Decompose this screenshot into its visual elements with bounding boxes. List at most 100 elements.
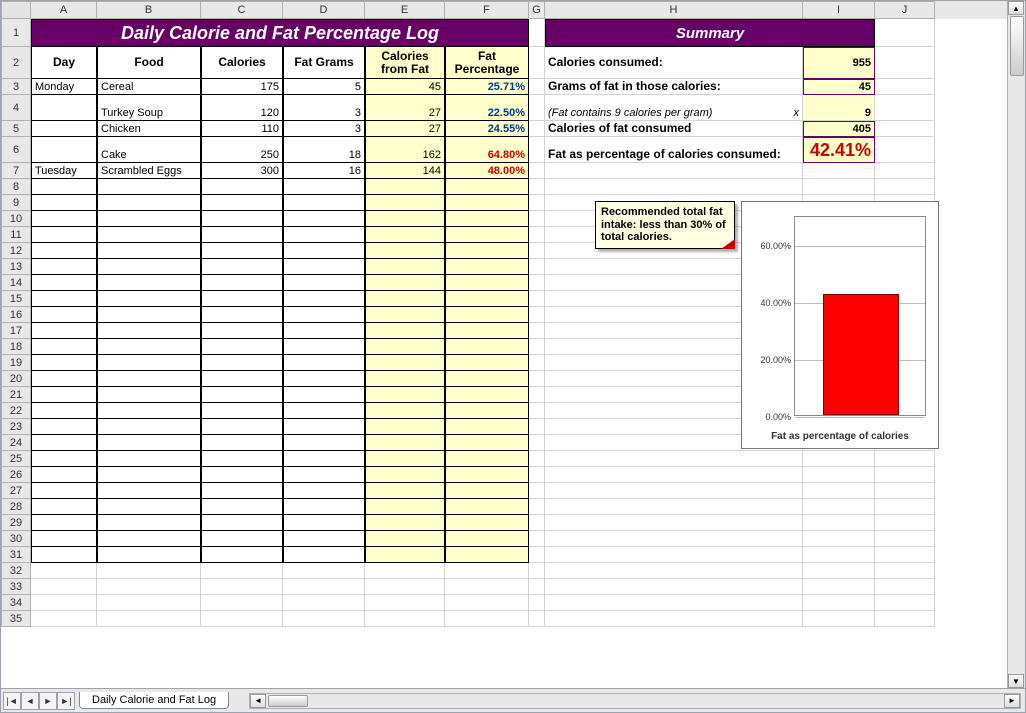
cell-fatgrams[interactable]: 16 xyxy=(283,163,365,179)
cell-fatgrams[interactable]: 3 xyxy=(283,95,365,121)
cell[interactable] xyxy=(803,611,875,627)
cell[interactable] xyxy=(201,579,283,595)
cell[interactable] xyxy=(529,121,545,137)
cell[interactable] xyxy=(875,483,935,499)
summary-value-calfat[interactable]: 405 xyxy=(803,121,875,137)
cell-empty[interactable] xyxy=(445,259,529,275)
cell-empty[interactable] xyxy=(283,179,365,195)
cell[interactable] xyxy=(201,611,283,627)
cell-empty[interactable] xyxy=(283,211,365,227)
cell-empty[interactable] xyxy=(31,355,97,371)
cell-empty[interactable] xyxy=(201,515,283,531)
cell-calfat[interactable]: 27 xyxy=(365,95,445,121)
row-header[interactable]: 13 xyxy=(1,259,31,275)
cell[interactable] xyxy=(875,499,935,515)
cell-empty[interactable] xyxy=(97,179,201,195)
row-header[interactable]: 25 xyxy=(1,451,31,467)
cell-empty[interactable] xyxy=(201,435,283,451)
cell[interactable] xyxy=(97,579,201,595)
cell-empty[interactable] xyxy=(31,419,97,435)
cell[interactable] xyxy=(529,291,545,307)
cell[interactable] xyxy=(545,611,803,627)
cell[interactable] xyxy=(365,611,445,627)
cell-empty[interactable] xyxy=(365,259,445,275)
cell[interactable] xyxy=(545,547,803,563)
cell-fatpct[interactable]: 25.71% xyxy=(445,79,529,95)
row-header[interactable]: 21 xyxy=(1,387,31,403)
cell-empty[interactable] xyxy=(31,259,97,275)
cell-empty[interactable] xyxy=(201,499,283,515)
cell-empty[interactable] xyxy=(445,451,529,467)
cell-empty[interactable] xyxy=(283,451,365,467)
row-header[interactable]: 20 xyxy=(1,371,31,387)
cell-empty[interactable] xyxy=(201,403,283,419)
row-header[interactable]: 32 xyxy=(1,563,31,579)
row-header[interactable]: 28 xyxy=(1,499,31,515)
cell-empty[interactable] xyxy=(445,307,529,323)
cell[interactable] xyxy=(529,307,545,323)
cell-empty[interactable] xyxy=(365,211,445,227)
cell-empty[interactable] xyxy=(283,195,365,211)
cell[interactable] xyxy=(97,611,201,627)
horizontal-scrollbar[interactable]: ◄ ► xyxy=(249,693,1021,709)
cell[interactable] xyxy=(529,579,545,595)
cell[interactable] xyxy=(529,47,545,79)
row-header[interactable]: 6 xyxy=(1,137,31,163)
cell[interactable] xyxy=(875,121,935,137)
cell-fatpct[interactable]: 24.55% xyxy=(445,121,529,137)
cell-empty[interactable] xyxy=(283,243,365,259)
cell-empty[interactable] xyxy=(201,195,283,211)
cell-calfat[interactable]: 162 xyxy=(365,137,445,163)
cell-empty[interactable] xyxy=(31,307,97,323)
cell-calfat[interactable]: 45 xyxy=(365,79,445,95)
cell-empty[interactable] xyxy=(31,403,97,419)
row-header[interactable]: 34 xyxy=(1,595,31,611)
cell-empty[interactable] xyxy=(445,435,529,451)
cell-empty[interactable] xyxy=(445,339,529,355)
cell-empty[interactable] xyxy=(97,515,201,531)
cell[interactable] xyxy=(283,563,365,579)
cell-empty[interactable] xyxy=(445,179,529,195)
cell[interactable] xyxy=(365,595,445,611)
cell[interactable] xyxy=(875,531,935,547)
col-header-F[interactable]: F xyxy=(445,1,529,19)
cell-empty[interactable] xyxy=(365,531,445,547)
cell-empty[interactable] xyxy=(31,339,97,355)
cell-empty[interactable] xyxy=(365,339,445,355)
summary-value-pct[interactable]: 42.41% xyxy=(803,137,875,163)
row-header[interactable]: 15 xyxy=(1,291,31,307)
cell[interactable] xyxy=(529,95,545,121)
cell-empty[interactable] xyxy=(97,259,201,275)
cell[interactable] xyxy=(201,595,283,611)
cell-empty[interactable] xyxy=(97,435,201,451)
row-header[interactable]: 22 xyxy=(1,403,31,419)
cell[interactable] xyxy=(803,595,875,611)
header-cell[interactable]: Fat Percentage xyxy=(445,47,529,79)
row-header[interactable]: 35 xyxy=(1,611,31,627)
row-header[interactable]: 3 xyxy=(1,79,31,95)
cell-empty[interactable] xyxy=(365,435,445,451)
cell[interactable] xyxy=(529,515,545,531)
cell[interactable] xyxy=(529,163,545,179)
cell-empty[interactable] xyxy=(31,483,97,499)
cell-empty[interactable] xyxy=(31,387,97,403)
cell-empty[interactable] xyxy=(365,307,445,323)
cell-fatpct[interactable]: 64.80% xyxy=(445,137,529,163)
col-header-I[interactable]: I xyxy=(803,1,875,19)
cell[interactable] xyxy=(201,563,283,579)
cell[interactable] xyxy=(529,243,545,259)
cell-empty[interactable] xyxy=(445,275,529,291)
cell-food[interactable]: Cake xyxy=(97,137,201,163)
cell[interactable] xyxy=(545,467,803,483)
row-header[interactable]: 2 xyxy=(1,47,31,79)
cell-empty[interactable] xyxy=(31,179,97,195)
cell[interactable] xyxy=(529,547,545,563)
cell-empty[interactable] xyxy=(283,355,365,371)
cell-empty[interactable] xyxy=(283,323,365,339)
cell-empty[interactable] xyxy=(201,339,283,355)
cell[interactable] xyxy=(529,19,545,47)
cell-empty[interactable] xyxy=(201,451,283,467)
cell-calories[interactable]: 110 xyxy=(201,121,283,137)
cell-empty[interactable] xyxy=(31,275,97,291)
row-header[interactable]: 23 xyxy=(1,419,31,435)
